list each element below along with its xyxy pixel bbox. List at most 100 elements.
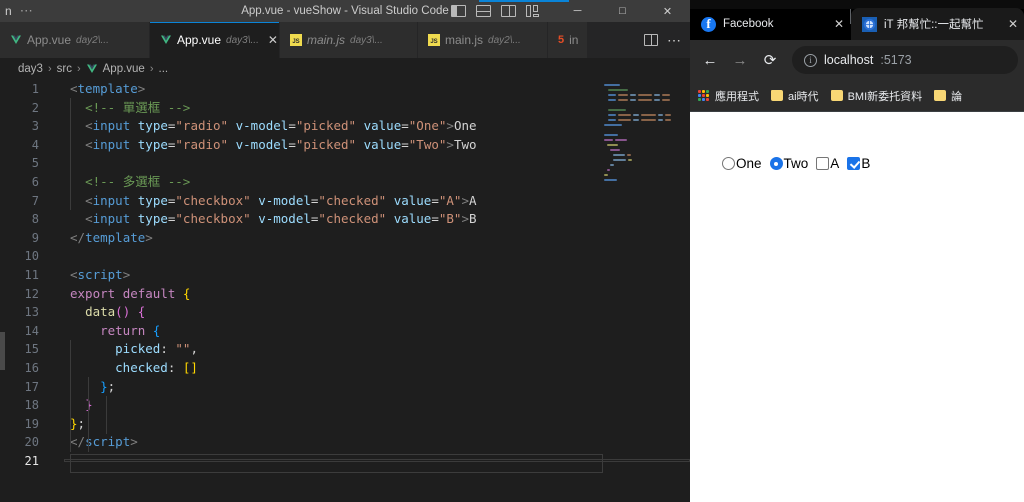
menu-partial-label[interactable]: n xyxy=(2,4,12,18)
line-number: 7 xyxy=(31,193,39,208)
bookmark-item-3[interactable]: 論 xyxy=(934,88,962,104)
code-line-3[interactable]: 3 <input type="radio" v-model="picked" v… xyxy=(0,117,690,136)
code-text[interactable]: <script> xyxy=(52,266,690,285)
breadcrumb-item-src[interactable]: src xyxy=(57,63,72,75)
indent-guide xyxy=(106,396,107,434)
line-number: 15 xyxy=(24,342,39,357)
indent-guide xyxy=(70,340,71,452)
breadcrumb-item-appvue[interactable]: App.vue xyxy=(103,63,145,75)
breadcrumb-separator: › xyxy=(47,63,52,75)
back-button[interactable]: ← xyxy=(696,46,724,74)
bookmark-item-1[interactable]: ai時代 xyxy=(771,88,819,104)
line-number: 4 xyxy=(31,137,39,152)
code-line-20[interactable]: 20 </script> xyxy=(0,433,690,452)
editor-tab-main-js-2[interactable]: JS main.js day3\... xyxy=(280,22,418,58)
bookmark-item-2[interactable]: BMI新委托資料 xyxy=(830,88,922,104)
editor-tab-app-vue-0[interactable]: App.vue day2\... xyxy=(0,22,150,58)
line-number: 14 xyxy=(24,323,39,338)
split-editor-icon[interactable] xyxy=(644,34,658,46)
maximize-button[interactable]: □ xyxy=(600,0,645,22)
code-text[interactable]: <template> xyxy=(52,80,690,99)
control-label-a: A xyxy=(830,156,840,171)
line-number: 13 xyxy=(24,305,39,320)
editor-minimap[interactable] xyxy=(600,84,678,204)
browser-tab-facebook[interactable]: f Facebook ✕ xyxy=(690,8,850,40)
forward-button[interactable]: → xyxy=(726,46,754,74)
code-text[interactable]: } xyxy=(52,396,690,415)
editor-actions-more-icon[interactable]: ⋯ xyxy=(667,33,682,47)
close-icon[interactable]: ✕ xyxy=(1008,17,1018,31)
browser-tab-ithelp[interactable]: iT 邦幫忙::一起幫忙 ✕ xyxy=(851,8,1024,40)
code-line-13[interactable]: 13 data() { xyxy=(0,303,690,322)
radio-two-checked[interactable] xyxy=(769,157,783,170)
code-line-1[interactable]: 1 <template> xyxy=(0,80,690,99)
menu-more-icon[interactable]: ⋯ xyxy=(20,4,34,17)
folder-icon xyxy=(830,90,843,101)
code-line-18[interactable]: 18 } xyxy=(0,396,690,415)
code-line-21[interactable]: 21 xyxy=(0,452,690,471)
site-info-icon[interactable]: i xyxy=(804,53,817,67)
code-text[interactable]: <input type="checkbox" v-model="checked"… xyxy=(52,192,690,211)
checkbox-b-checked[interactable] xyxy=(847,157,861,170)
editor-tab-in-4[interactable]: 5 in xyxy=(548,22,588,58)
code-line-10[interactable]: 10 xyxy=(0,247,690,266)
code-line-2[interactable]: 2 <!-- 單選框 --> xyxy=(0,99,690,118)
tab-filepath: day2\... xyxy=(76,34,109,46)
line-number: 20 xyxy=(24,435,39,450)
code-text[interactable]: data() { xyxy=(52,303,690,322)
line-number: 1 xyxy=(31,82,39,96)
code-line-6[interactable]: 6 <!-- 多選框 --> xyxy=(0,173,690,192)
code-editor[interactable]: 1 <template> 2 <!-- 單選框 --> 3 <input type="… xyxy=(0,80,690,498)
breadcrumb-item-day3[interactable]: day3 xyxy=(18,63,43,75)
editor-tab-app-vue-1[interactable]: App.vue day3\... ✕ xyxy=(150,22,280,58)
breadcrumb-item-symbol[interactable]: ... xyxy=(159,63,169,75)
code-line-5[interactable]: 5 xyxy=(0,154,690,173)
code-text[interactable]: <!-- 多選框 --> xyxy=(52,173,690,192)
code-lines[interactable]: 1 <template> 2 <!-- 單選框 --> 3 <input type="… xyxy=(0,80,690,498)
code-line-4[interactable]: 4 <input type="radio" v-model="picked" v… xyxy=(0,136,690,155)
code-line-17[interactable]: 17 }; xyxy=(0,378,690,397)
code-text[interactable]: return { xyxy=(52,322,690,341)
code-text[interactable]: }; xyxy=(52,415,690,434)
code-text[interactable]: checked: [] xyxy=(52,359,690,378)
code-text[interactable]: </script> xyxy=(52,433,690,452)
toggle-panel-icon[interactable] xyxy=(476,5,491,17)
customize-layout-icon[interactable] xyxy=(526,5,541,17)
browser-tab-title: Facebook xyxy=(723,18,774,30)
address-bar[interactable]: i localhost:5173 xyxy=(792,46,1018,74)
code-line-12[interactable]: 12 export default { xyxy=(0,285,690,304)
code-text[interactable]: }; xyxy=(52,378,690,397)
editor-tab-main-js-3[interactable]: JS main.js day2\... xyxy=(418,22,548,58)
tab-filename: in xyxy=(569,33,579,47)
omnibox-host: localhost xyxy=(824,53,874,67)
code-text[interactable]: </template> xyxy=(52,229,690,248)
code-text[interactable]: export default { xyxy=(52,285,690,304)
code-line-15[interactable]: 15 picked: "", xyxy=(0,340,690,359)
code-line-14[interactable]: 14 return { xyxy=(0,322,690,341)
toggle-primary-sidebar-icon[interactable] xyxy=(451,5,466,17)
code-line-9[interactable]: 9 </template> xyxy=(0,229,690,248)
code-text[interactable]: <input type="radio" v-model="picked" val… xyxy=(52,136,690,155)
radio-one-unchecked[interactable] xyxy=(722,157,735,170)
code-text[interactable]: picked: "", xyxy=(52,340,690,359)
toggle-secondary-sidebar-icon[interactable] xyxy=(501,5,516,17)
control-label-two: Two xyxy=(783,156,809,171)
line-number: 11 xyxy=(24,267,39,282)
code-line-19[interactable]: 19}; xyxy=(0,415,690,434)
reload-button[interactable]: ⟳ xyxy=(756,46,784,74)
chrome-browser-window: f Facebook ✕ iT 邦幫忙::一起幫忙 ✕ ← → ⟳ i loca… xyxy=(690,0,1024,502)
close-icon[interactable]: ✕ xyxy=(834,17,844,31)
code-line-8[interactable]: 8 <input type="checkbox" v-model="checke… xyxy=(0,210,690,229)
code-line-16[interactable]: 16 checked: [] xyxy=(0,359,690,378)
close-icon[interactable]: ✕ xyxy=(268,34,278,46)
browser-tab-title: iT 邦幫忙::一起幫忙 xyxy=(884,19,984,31)
code-text[interactable]: <input type="radio" v-model="picked" val… xyxy=(52,117,690,136)
code-line-11[interactable]: 11 <script> xyxy=(0,266,690,285)
code-text[interactable]: <!-- 單選框 --> xyxy=(52,99,690,118)
checkbox-a-unchecked[interactable] xyxy=(816,157,830,170)
close-button[interactable]: ✕ xyxy=(645,0,690,22)
minimize-button[interactable]: ─ xyxy=(555,0,600,22)
bookmark-item-0[interactable]: 應用程式 xyxy=(698,88,759,104)
code-line-7[interactable]: 7 <input type="checkbox" v-model="checke… xyxy=(0,192,690,211)
code-text[interactable]: <input type="checkbox" v-model="checked"… xyxy=(52,210,690,229)
